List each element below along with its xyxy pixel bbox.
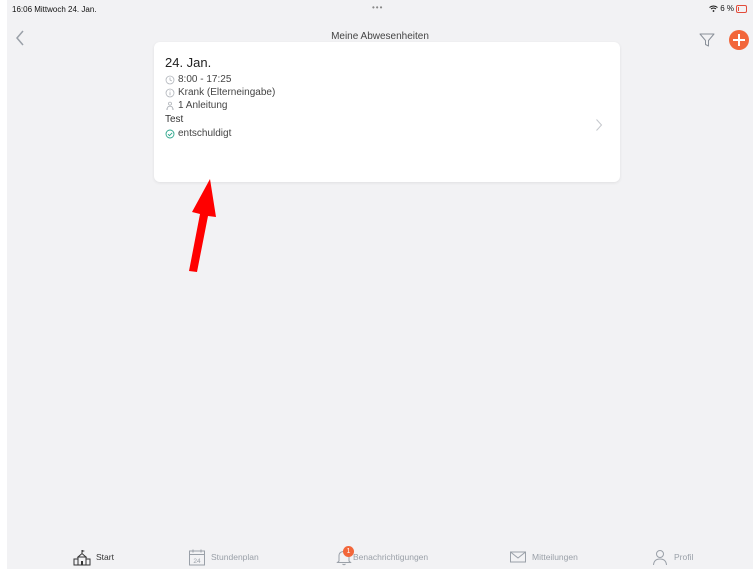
multitask-dots[interactable]: ••• <box>372 3 383 12</box>
filter-icon[interactable] <box>699 32 715 48</box>
tab-profil[interactable]: Profil <box>651 547 693 567</box>
battery-icon <box>736 4 747 13</box>
mail-icon <box>510 551 526 563</box>
person-icon <box>653 550 667 566</box>
tab-label: Mitteilungen <box>532 552 578 562</box>
wifi-icon <box>709 5 719 12</box>
absence-date: 24. Jan. <box>165 55 212 70</box>
absence-time-row: 8:00 - 17:25 <box>165 74 231 85</box>
calendar-day: 24 <box>193 558 201 565</box>
bell-icon-wrapper: 1 <box>335 546 354 566</box>
tab-label: Profil <box>674 552 694 562</box>
school-icon <box>73 550 91 566</box>
absence-status-row: entschuldigt <box>165 128 231 139</box>
tab-start[interactable]: Start <box>73 547 114 567</box>
calendar-icon: 24 <box>189 549 205 566</box>
absence-status: entschuldigt <box>178 128 232 139</box>
people-icon <box>166 101 174 110</box>
info-icon <box>165 88 175 97</box>
check-circle-icon <box>165 129 175 138</box>
absence-lessons-row: 1 Anleitung <box>165 100 228 111</box>
tab-label: Benachrichtigungen <box>353 552 429 562</box>
tab-mitteilungen[interactable]: Mitteilungen <box>509 547 578 567</box>
app-screen: 16:06 Mittwoch 24. Jan. ••• 6 % Meine Ab… <box>7 0 753 569</box>
add-absence-button[interactable] <box>729 30 749 50</box>
status-right: 6 % <box>709 4 747 13</box>
absence-lessons: 1 Anleitung <box>178 100 228 111</box>
status-time: 16:06 Mittwoch 24. Jan. <box>12 5 97 14</box>
battery-percent: 6 % <box>720 4 734 13</box>
absence-reason-row: Krank (Elterneingabe) <box>165 87 275 98</box>
absence-note: Test <box>165 114 184 125</box>
absence-time: 8:00 - 17:25 <box>178 74 232 85</box>
tab-label: Stundenplan <box>211 552 259 562</box>
notification-badge: 1 <box>343 546 354 557</box>
tab-benachrichtigungen[interactable]: 1 Benachrichtigungen <box>335 546 429 567</box>
absence-card[interactable]: 24. Jan. 8:00 - 17:25 Krank (Elterneinga… <box>154 42 620 182</box>
tab-label: Start <box>96 552 114 562</box>
page-title: Meine Abwesenheiten <box>331 31 429 42</box>
status-bar: 16:06 Mittwoch 24. Jan. ••• 6 % <box>7 0 753 18</box>
tab-stundenplan[interactable]: 24 Stundenplan <box>188 547 259 567</box>
chevron-right-icon <box>596 119 603 131</box>
absence-reason: Krank (Elterneingabe) <box>178 87 276 98</box>
clock-icon <box>165 75 175 84</box>
tab-bar: Start 24 Stundenplan 1 Benachrichtigunge… <box>7 540 753 569</box>
